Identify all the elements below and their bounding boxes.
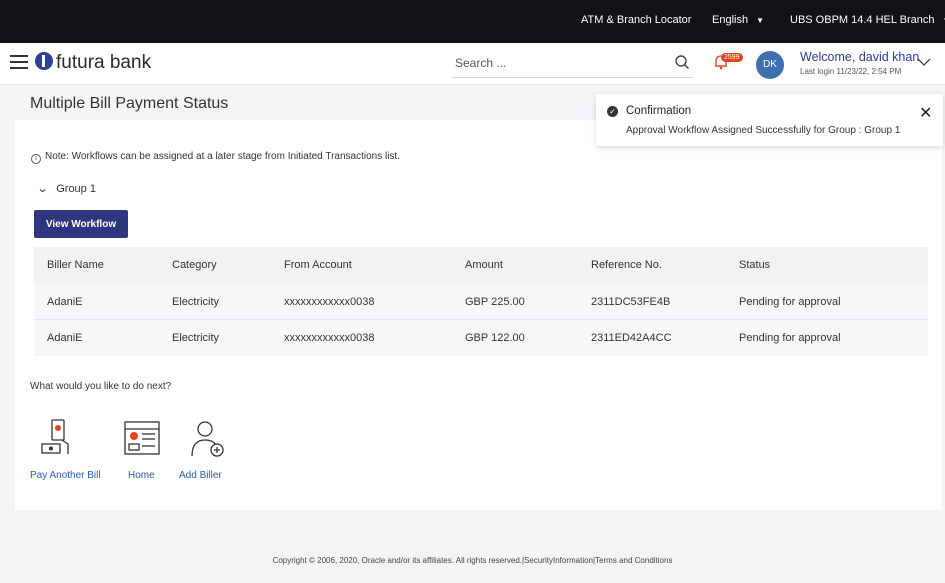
confirmation-toast: ✓ Confirmation Approval Workflow Assigne…: [596, 94, 943, 146]
table-row: AdaniE Electricity xxxxxxxxxxxx0038 GBP …: [34, 284, 928, 320]
table-cell: xxxxxxxxxxxx0038: [284, 296, 375, 308]
logo-mark-icon: [35, 52, 53, 70]
language-label: English: [712, 14, 749, 26]
column-header: Reference No.: [591, 259, 662, 271]
search-icon[interactable]: [674, 54, 690, 70]
language-selector[interactable]: English ▼: [712, 14, 764, 26]
menu-icon[interactable]: [10, 55, 28, 69]
view-workflow-button[interactable]: View Workflow: [34, 210, 128, 238]
brand-logo[interactable]: futura bank: [35, 52, 151, 74]
table-cell: 2311DC53FE4B: [591, 296, 671, 308]
pay-another-bill-label: Pay Another Bill: [30, 470, 101, 481]
table-cell: 2311ED42A4CC: [591, 332, 672, 344]
table-cell: AdaniE: [47, 332, 83, 344]
group-toggle[interactable]: ⌄ Group 1: [36, 182, 96, 195]
column-header: Biller Name: [47, 259, 104, 271]
close-icon[interactable]: ✕: [919, 103, 932, 123]
page-title: Multiple Bill Payment Status: [30, 95, 229, 112]
home-dashboard-icon: [124, 421, 160, 455]
top-utility-bar: ATM & Branch Locator English ▼ UBS OBPM 1…: [0, 0, 945, 43]
table-cell: Electricity: [172, 332, 220, 344]
chevron-down-icon: ⌄: [36, 183, 49, 195]
column-header: Status: [739, 259, 771, 271]
add-biller-label: Add Biller: [179, 470, 222, 481]
chevron-down-icon[interactable]: [917, 57, 931, 67]
notification-badge: 2599: [721, 53, 743, 62]
table-cell: AdaniE: [47, 296, 83, 308]
info-icon: i: [31, 154, 41, 164]
note-text: Note: Workflows can be assigned at a lat…: [45, 151, 400, 162]
atm-branch-locator-link[interactable]: ATM & Branch Locator: [581, 14, 691, 26]
avatar[interactable]: DK: [756, 51, 784, 79]
column-header: Amount: [465, 259, 503, 271]
bill-status-table: Biller Name Category From Account Amount…: [34, 247, 928, 356]
pay-another-bill-action[interactable]: Pay Another Bill: [30, 418, 110, 481]
table-row: AdaniE Electricity xxxxxxxxxxxx0038 GBP …: [34, 320, 928, 356]
table-cell: GBP 225.00: [465, 296, 525, 308]
chevron-down-icon: ▼: [756, 16, 764, 25]
table-cell: Pending for approval: [739, 332, 841, 344]
last-login-text: Last login 11/23/22, 2:54 PM: [800, 67, 902, 76]
brand-name: futura bank: [56, 52, 152, 73]
toast-title: Confirmation: [626, 105, 692, 117]
add-biller-action[interactable]: Add Biller: [179, 418, 231, 481]
footer: Copyright © 2006, 2020, Oracle and/or it…: [272, 556, 673, 565]
add-biller-icon: [191, 421, 224, 457]
branch-label: UBS OBPM 14.4 HEL Branch: [790, 14, 935, 26]
table-header: Biller Name Category From Account Amount…: [34, 247, 928, 284]
app-header: futura bank Search ... 2599 DK Welcome, …: [0, 43, 945, 85]
check-circle-icon: ✓: [607, 106, 618, 117]
branch-selector[interactable]: UBS OBPM 14.4 HEL Branch▼: [790, 14, 945, 26]
home-action[interactable]: Home: [122, 418, 162, 481]
table-cell: Electricity: [172, 296, 220, 308]
group-label: Group 1: [56, 183, 96, 195]
search-underline: [452, 77, 694, 78]
table-cell: xxxxxxxxxxxx0038: [284, 332, 375, 344]
search-input[interactable]: Search ...: [455, 56, 506, 70]
column-header: From Account: [284, 259, 352, 271]
welcome-text[interactable]: Welcome, david khan: [800, 50, 919, 64]
bill-payment-icon: [41, 419, 69, 454]
toast-message: Approval Workflow Assigned Successfully …: [626, 125, 901, 136]
workflow-note: i Note: Workflows can be assigned at a la…: [31, 151, 400, 164]
home-label: Home: [128, 470, 155, 481]
column-header: Category: [172, 259, 217, 271]
table-cell: Pending for approval: [739, 296, 841, 308]
table-cell: GBP 122.00: [465, 332, 525, 344]
next-steps-title: What would you like to do next?: [30, 381, 172, 392]
